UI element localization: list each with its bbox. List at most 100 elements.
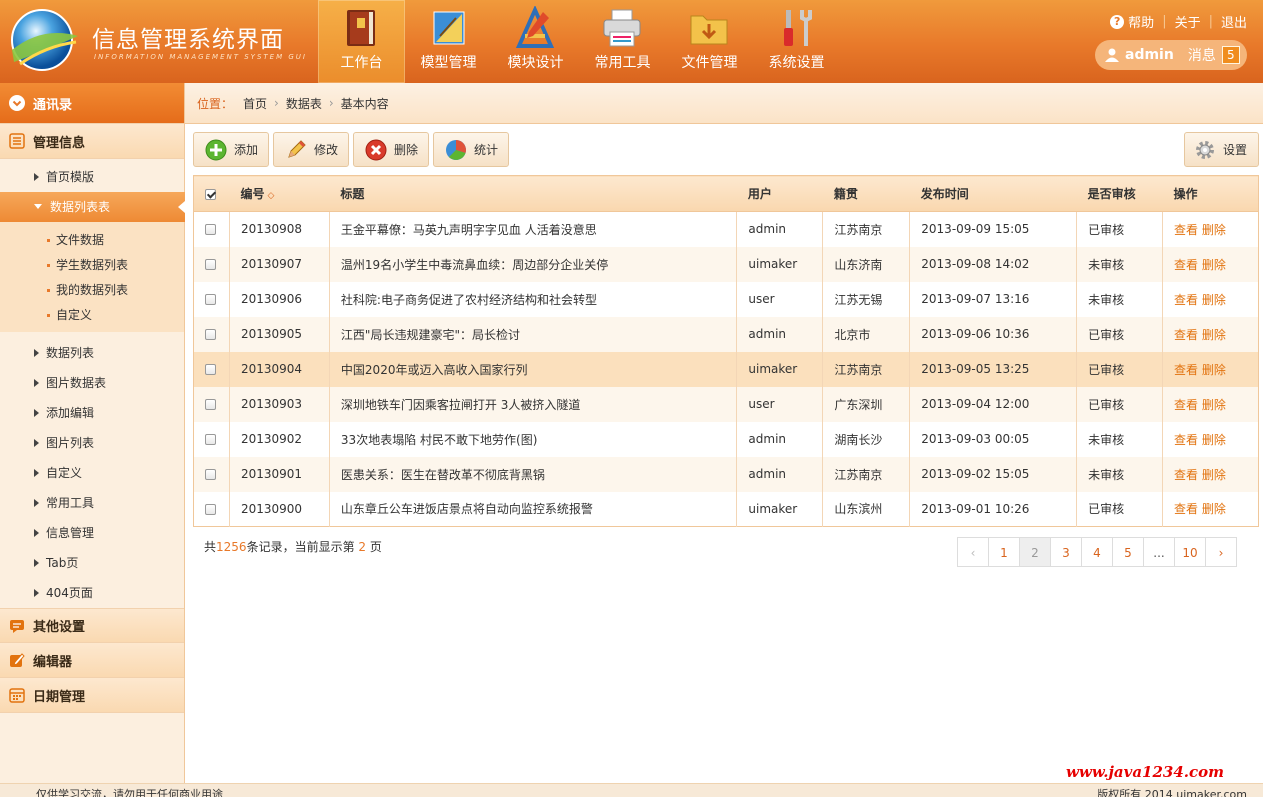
sidebar-sub-item[interactable]: 自定义 bbox=[0, 303, 184, 328]
about-link[interactable]: 关于 bbox=[1175, 12, 1201, 31]
view-link[interactable]: 查看 bbox=[1174, 433, 1198, 447]
sidebar-item[interactable]: 图片数据表 bbox=[0, 368, 184, 398]
page-button-current[interactable]: 2 bbox=[1019, 537, 1051, 567]
delete-link[interactable]: 删除 bbox=[1202, 433, 1226, 447]
table-row[interactable]: 20130901 医患关系：医生在替改革不彻底背黑锅 admin 江苏南京 2013-0… bbox=[193, 456, 1259, 492]
sort-icon[interactable]: ◇ bbox=[267, 191, 274, 201]
breadcrumb-item[interactable]: 数据表 bbox=[286, 95, 322, 112]
cell-id: 20130903 bbox=[229, 386, 330, 422]
delete-link[interactable]: 删除 bbox=[1202, 468, 1226, 482]
delete-link[interactable]: 删除 bbox=[1202, 502, 1226, 516]
view-link[interactable]: 查看 bbox=[1174, 328, 1198, 342]
toolbar: 添加 修改 删除 统计 设置 bbox=[193, 132, 1259, 167]
view-link[interactable]: 查看 bbox=[1174, 293, 1198, 307]
add-button[interactable]: 添加 bbox=[193, 132, 269, 167]
table-row[interactable]: 20130904 中国2020年或迈入高收入国家行列 uimaker 江苏南京 2013… bbox=[193, 351, 1259, 387]
view-link[interactable]: 查看 bbox=[1174, 468, 1198, 482]
prev-page-button[interactable]: ‹ bbox=[957, 537, 989, 567]
page-button[interactable]: 1 bbox=[988, 537, 1020, 567]
page-button[interactable]: 5 bbox=[1112, 537, 1144, 567]
nav-item-file-manage[interactable]: 文件管理 bbox=[666, 0, 753, 83]
sidebar-item[interactable]: Tab页 bbox=[0, 548, 184, 578]
logout-link[interactable]: 退出 bbox=[1221, 12, 1247, 31]
sidebar-head-date-manage[interactable]: 日期管理 bbox=[0, 678, 184, 713]
messages-count-badge[interactable]: 5 bbox=[1221, 46, 1240, 64]
column-header-id[interactable]: 编号 ◇ bbox=[229, 175, 330, 212]
cell-id: 20130901 bbox=[229, 456, 330, 492]
sidebar-head-label: 编辑器 bbox=[33, 654, 73, 670]
settings-button[interactable]: 设置 bbox=[1184, 132, 1259, 167]
delete-link[interactable]: 删除 bbox=[1202, 363, 1226, 377]
view-link[interactable]: 查看 bbox=[1174, 223, 1198, 237]
sidebar-sub-item[interactable]: 文件数据 bbox=[0, 228, 184, 253]
row-checkbox[interactable] bbox=[193, 211, 230, 247]
delete-button[interactable]: 删除 bbox=[353, 132, 429, 167]
sidebar-sub-item[interactable]: 我的数据列表 bbox=[0, 278, 184, 303]
sidebar-head-editor[interactable]: 编辑器 bbox=[0, 643, 184, 678]
view-link[interactable]: 查看 bbox=[1174, 502, 1198, 516]
nav-item-common-tools[interactable]: 常用工具 bbox=[579, 0, 666, 83]
sidebar-head-manage[interactable]: 管理信息 bbox=[0, 124, 184, 159]
table-row[interactable]: 20130907 温州19名小学生中毒流鼻血续：周边部分企业关停 uimaker 山东… bbox=[193, 246, 1259, 282]
table-row[interactable]: 20130908 王金平幕僚：马英九声明字字见血 人活着没意思 admin 江苏南京 2… bbox=[193, 211, 1259, 247]
sidebar-head-contacts[interactable]: 通讯录 bbox=[0, 83, 184, 124]
sidebar-head-other-settings[interactable]: 其他设置 bbox=[0, 608, 184, 643]
sidebar-item[interactable]: 404页面 bbox=[0, 578, 184, 608]
user-box[interactable]: admin 消息 5 bbox=[1095, 40, 1247, 70]
row-checkbox[interactable] bbox=[193, 316, 230, 352]
row-checkbox[interactable] bbox=[193, 456, 230, 492]
select-all-checkbox[interactable] bbox=[193, 175, 230, 212]
view-link[interactable]: 查看 bbox=[1174, 398, 1198, 412]
cell-title: 社科院:电子商务促进了农村经济结构和社会转型 bbox=[329, 281, 738, 317]
row-checkbox[interactable] bbox=[193, 281, 230, 317]
delete-link[interactable]: 删除 bbox=[1202, 293, 1226, 307]
row-checkbox[interactable] bbox=[193, 246, 230, 282]
view-link[interactable]: 查看 bbox=[1174, 258, 1198, 272]
top-navigation: 工作台 模型管理 模块设计 常用工具 文件管理 系统设置 bbox=[318, 0, 840, 83]
sidebar-item[interactable]: 信息管理 bbox=[0, 518, 184, 548]
delete-link[interactable]: 删除 bbox=[1202, 398, 1226, 412]
view-link[interactable]: 查看 bbox=[1174, 363, 1198, 377]
cell-user: uimaker bbox=[736, 246, 824, 282]
page-button[interactable]: 10 bbox=[1174, 537, 1206, 567]
messages-label[interactable]: 消息 bbox=[1188, 45, 1216, 65]
sidebar-item[interactable]: 图片列表 bbox=[0, 428, 184, 458]
cell-origin: 山东济南 bbox=[822, 246, 911, 282]
sidebar-item-data-list-active[interactable]: 数据列表表 bbox=[0, 192, 185, 222]
nav-item-model-manage[interactable]: 模型管理 bbox=[405, 0, 492, 83]
page-button[interactable]: 4 bbox=[1081, 537, 1113, 567]
page-button[interactable]: 3 bbox=[1050, 537, 1082, 567]
table-row[interactable]: 20130906 社科院:电子商务促进了农村经济结构和社会转型 user 江苏无锡 20… bbox=[193, 281, 1259, 317]
table-row[interactable]: 20130900 山东章丘公车进饭店景点将自动向监控系统报警 uimaker 山东滨州… bbox=[193, 491, 1259, 527]
sidebar-sub-item[interactable]: 学生数据列表 bbox=[0, 253, 184, 278]
sidebar-item[interactable]: 常用工具 bbox=[0, 488, 184, 518]
sidebar-item-home-template[interactable]: 首页模版 bbox=[0, 162, 184, 192]
delete-link[interactable]: 删除 bbox=[1202, 223, 1226, 237]
nav-item-system-settings[interactable]: 系统设置 bbox=[753, 0, 840, 83]
delete-link[interactable]: 删除 bbox=[1202, 328, 1226, 342]
sidebar-item[interactable]: 添加编辑 bbox=[0, 398, 184, 428]
delete-link[interactable]: 删除 bbox=[1202, 258, 1226, 272]
row-checkbox[interactable] bbox=[193, 491, 230, 527]
next-page-button[interactable]: › bbox=[1205, 537, 1237, 567]
edit-button[interactable]: 修改 bbox=[273, 132, 349, 167]
pagination: ‹ 1 2 3 4 5 ... 10 › bbox=[957, 537, 1237, 567]
cell-title: 王金平幕僚：马英九声明字字见血 人活着没意思 bbox=[329, 211, 738, 247]
book-icon bbox=[347, 10, 375, 46]
table-row[interactable]: 20130905 江西"局长违规建豪宅"：局长检讨 admin 北京市 2013-09-… bbox=[193, 316, 1259, 352]
stats-button[interactable]: 统计 bbox=[433, 132, 509, 167]
row-checkbox[interactable] bbox=[193, 421, 230, 457]
row-checkbox[interactable] bbox=[193, 351, 230, 387]
help-link[interactable]: 帮助 bbox=[1128, 12, 1154, 31]
table-row[interactable]: 20130903 深圳地铁车门因乘客拉闸打开 3人被挤入隧道 user 广东深圳 201… bbox=[193, 386, 1259, 422]
sidebar-item[interactable]: 自定义 bbox=[0, 458, 184, 488]
table-row[interactable]: 20130902 33次地表塌陷 村民不敢下地劳作(图) admin 湖南长沙 2013… bbox=[193, 421, 1259, 457]
cell-time: 2013-09-07 13:16 bbox=[909, 281, 1078, 317]
row-checkbox[interactable] bbox=[193, 386, 230, 422]
breadcrumb-item[interactable]: 首页 bbox=[243, 95, 267, 112]
nav-item-workbench[interactable]: 工作台 bbox=[318, 0, 405, 83]
sidebar-item[interactable]: 数据列表 bbox=[0, 338, 184, 368]
nav-item-module-design[interactable]: 模块设计 bbox=[492, 0, 579, 83]
cell-title: 深圳地铁车门因乘客拉闸打开 3人被挤入隧道 bbox=[329, 386, 738, 422]
cell-actions: 查看 删除 bbox=[1162, 211, 1259, 247]
